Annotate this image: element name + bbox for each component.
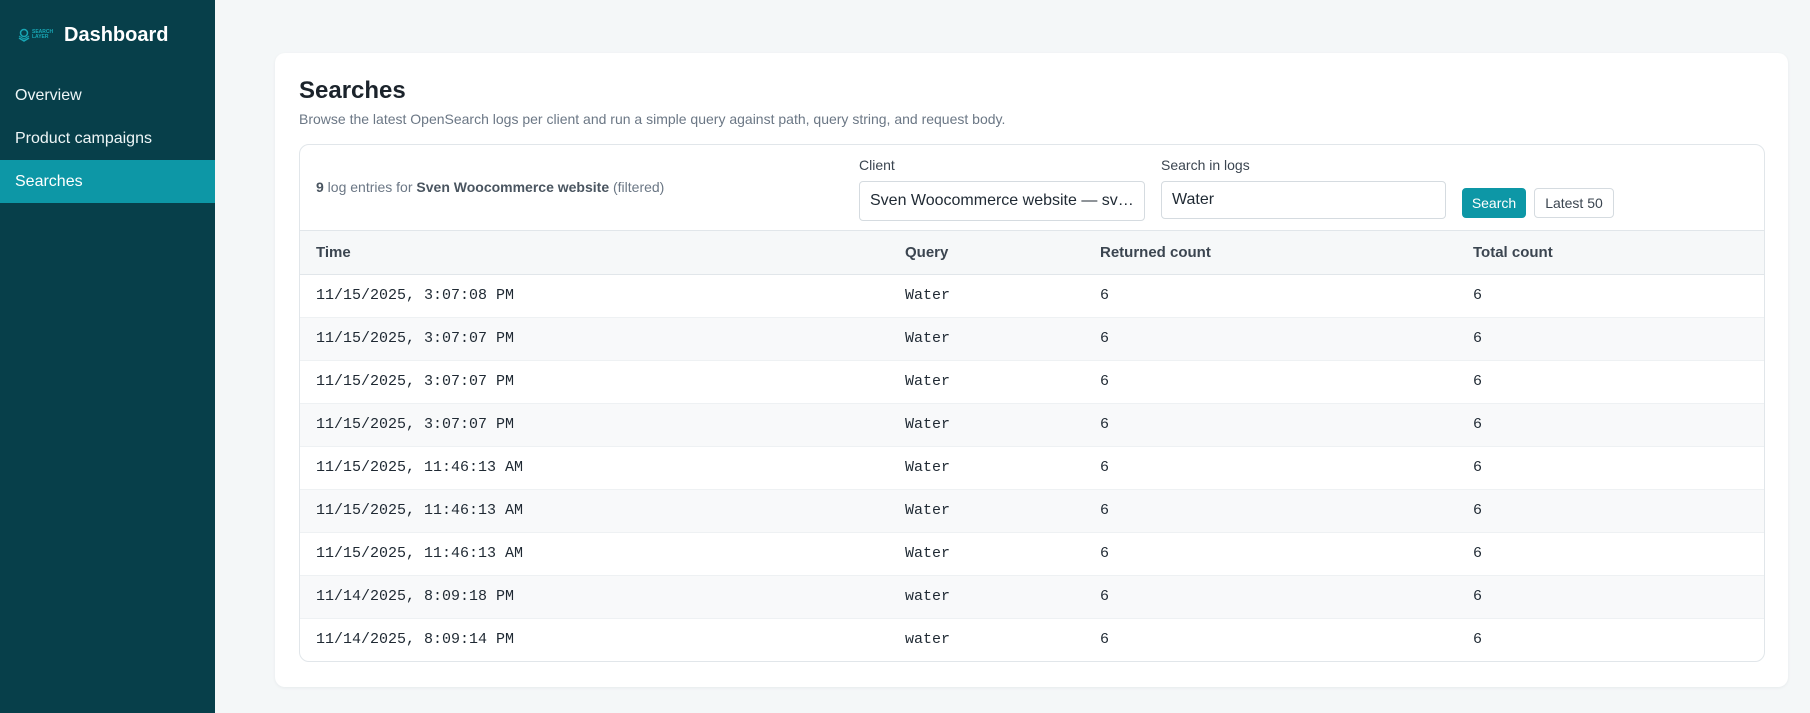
logo-wordmark: SEARCH LAYER	[32, 29, 54, 40]
cell-time: 11/14/2025, 8:09:14 PM	[316, 631, 515, 649]
cell-time: 11/15/2025, 3:07:07 PM	[316, 416, 515, 433]
logs-panel: 9 log entries for Sven Woocommerce websi…	[299, 144, 1765, 662]
sidebar-item-product-campaigns[interactable]: Product campaigns	[0, 117, 215, 160]
cell-time: 11/15/2025, 11:46:13 AM	[316, 545, 524, 562]
cell-total-count: 6	[1473, 502, 1483, 519]
latest-50-button[interactable]: Latest 50	[1534, 188, 1614, 218]
cell-returned-count: 6	[1100, 330, 1110, 347]
summary-text: log entries for	[323, 179, 417, 195]
cell-returned-count: 6	[1100, 502, 1110, 519]
summary-filtered: (filtered)	[609, 179, 665, 195]
sidebar-item-searches[interactable]: Searches	[0, 160, 215, 203]
page-subtitle: Browse the latest OpenSearch logs per cl…	[299, 111, 1006, 127]
page-title: Searches	[299, 77, 406, 104]
cell-query: Water	[905, 373, 951, 390]
sidebar-item-overview[interactable]: Overview	[0, 74, 215, 117]
cell-total-count: 6	[1473, 287, 1483, 304]
cell-total-count: 6	[1473, 330, 1483, 347]
cell-time: 11/15/2025, 3:07:07 PM	[316, 373, 515, 390]
cell-total-count: 6	[1473, 459, 1483, 476]
app-title: Dashboard	[64, 23, 169, 46]
cell-returned-count: 6	[1100, 588, 1110, 605]
column-header-query[interactable]: Query	[889, 231, 1084, 274]
cell-query: Water	[905, 287, 951, 304]
cell-total-count: 6	[1473, 416, 1483, 433]
cell-time: 11/15/2025, 11:46:13 AM	[316, 459, 524, 476]
cell-returned-count: 6	[1100, 287, 1110, 304]
cell-total-count: 6	[1473, 545, 1483, 562]
table-row[interactable]: 11/15/2025, 11:46:13 AM Water 6 6	[300, 489, 1764, 532]
logo-icon	[18, 28, 30, 42]
client-select[interactable]: Sven Woocommerce website — sv…	[859, 181, 1145, 221]
cell-returned-count: 6	[1100, 416, 1110, 433]
cell-query: water	[905, 631, 951, 649]
cell-total-count: 6	[1473, 631, 1483, 649]
cell-returned-count: 6	[1100, 373, 1110, 390]
table-body: 11/15/2025, 3:07:08 PM Water 6 6 11/15/2…	[300, 274, 1764, 661]
sidebar: SEARCH LAYER Dashboard Overview Product …	[0, 0, 215, 713]
entries-summary: 9 log entries for Sven Woocommerce websi…	[316, 179, 664, 195]
cell-time: 11/15/2025, 3:07:07 PM	[316, 330, 515, 347]
summary-client: Sven Woocommerce website	[416, 179, 610, 195]
search-button[interactable]: Search	[1462, 188, 1526, 218]
search-input[interactable]	[1161, 181, 1446, 219]
client-select-value: Sven Woocommerce website — sv…	[870, 192, 1134, 209]
cell-query: Water	[905, 330, 951, 347]
column-header-returned-count[interactable]: Returned count	[1084, 231, 1457, 274]
cell-query: Water	[905, 502, 951, 519]
cell-query: water	[905, 588, 951, 605]
cell-query: Water	[905, 416, 951, 433]
cell-returned-count: 6	[1100, 631, 1110, 649]
cell-returned-count: 6	[1100, 459, 1110, 476]
cell-time: 11/15/2025, 11:46:13 AM	[316, 502, 524, 519]
column-header-total-count[interactable]: Total count	[1457, 231, 1764, 274]
cell-query: Water	[905, 545, 951, 562]
table-row[interactable]: 11/15/2025, 11:46:13 AM Water 6 6	[300, 446, 1764, 489]
table-header-row: Time Query Returned count Total count	[300, 231, 1764, 274]
cell-time: 11/14/2025, 8:09:18 PM	[316, 588, 515, 605]
cell-query: Water	[905, 459, 951, 476]
column-header-time[interactable]: Time	[300, 231, 889, 274]
table-row[interactable]: 11/15/2025, 3:07:07 PM Water 6 6	[300, 360, 1764, 403]
table-row[interactable]: 11/15/2025, 11:46:13 AM Water 6 6	[300, 532, 1764, 575]
table-row[interactable]: 11/15/2025, 3:07:08 PM Water 6 6	[300, 274, 1764, 317]
client-label: Client	[859, 157, 895, 173]
sidebar-nav: Overview Product campaigns Searches	[0, 74, 215, 203]
searches-card: Searches Browse the latest OpenSearch lo…	[275, 53, 1788, 687]
brand[interactable]: SEARCH LAYER Dashboard	[0, 0, 215, 70]
table-row[interactable]: 11/14/2025, 8:09:14 PM water 6 6	[300, 618, 1764, 661]
cell-time: 11/15/2025, 3:07:08 PM	[316, 287, 515, 304]
cell-total-count: 6	[1473, 588, 1483, 605]
table-row[interactable]: 11/15/2025, 3:07:07 PM Water 6 6	[300, 403, 1764, 446]
table-row[interactable]: 11/14/2025, 8:09:18 PM water 6 6	[300, 575, 1764, 618]
cell-returned-count: 6	[1100, 545, 1110, 562]
cell-total-count: 6	[1473, 373, 1483, 390]
search-label: Search in logs	[1161, 157, 1250, 173]
entries-count: 9	[316, 179, 324, 195]
table-header: Time Query Returned count Total count	[300, 231, 1764, 274]
search-layer-logo: SEARCH LAYER	[18, 25, 56, 45]
logs-table: Time Query Returned count Total count 11…	[300, 231, 1764, 661]
filter-toolbar: 9 log entries for Sven Woocommerce websi…	[300, 145, 1764, 231]
table-row[interactable]: 11/15/2025, 3:07:07 PM Water 6 6	[300, 317, 1764, 360]
